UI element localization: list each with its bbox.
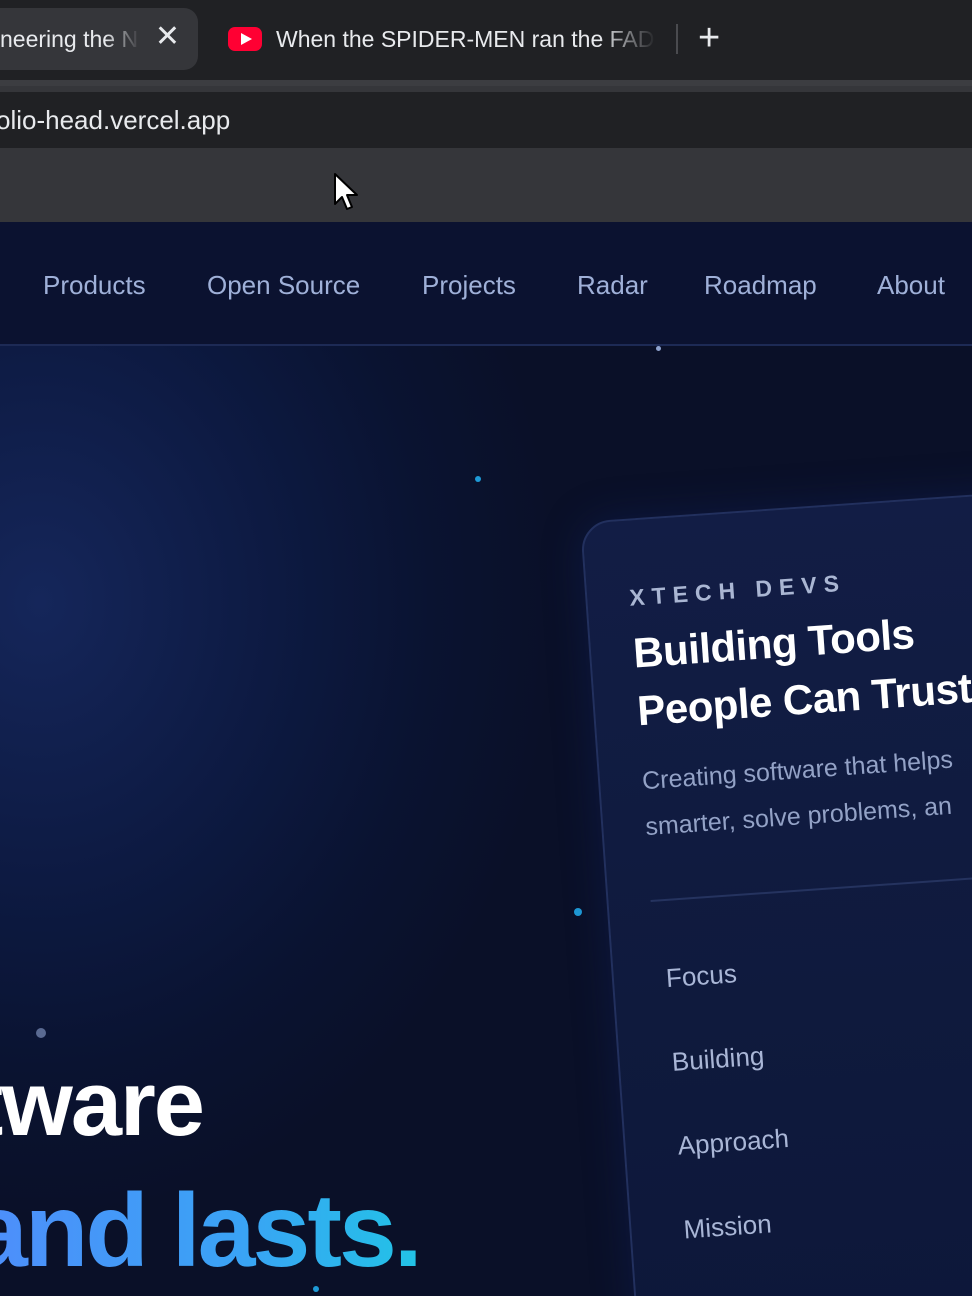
new-tab-button[interactable]: + bbox=[698, 18, 720, 58]
browser-tabstrip: neering the N ✕ When the SPIDER-MEN ran … bbox=[0, 0, 972, 80]
card-title: Building Tools People Can Trust bbox=[631, 601, 972, 740]
card-row-mission: Mission bbox=[682, 1208, 773, 1245]
tab-active[interactable]: neering the N ✕ bbox=[0, 8, 198, 70]
nav-products[interactable]: Products bbox=[43, 270, 146, 301]
nav-roadmap[interactable]: Roadmap bbox=[704, 270, 817, 301]
card-kicker: XTECH DEVS bbox=[628, 569, 847, 611]
site-navbar: Products Open Source Projects Radar Road… bbox=[0, 222, 972, 346]
card-divider bbox=[650, 872, 972, 902]
nav-radar[interactable]: Radar bbox=[577, 270, 648, 301]
info-card: XTECH DEVS Building Tools People Can Tru… bbox=[580, 489, 972, 1296]
bookmarks-bar bbox=[0, 148, 972, 222]
tab-separator bbox=[676, 24, 678, 54]
tab-youtube[interactable]: When the SPIDER-MEN ran the FADE bbox=[228, 8, 658, 70]
url-input[interactable]: olio-head.vercel.app bbox=[0, 92, 972, 148]
card-row-building: Building bbox=[670, 1040, 766, 1077]
address-bar: olio-head.vercel.app bbox=[0, 80, 972, 148]
nav-open-source[interactable]: Open Source bbox=[207, 270, 360, 301]
card-row-approach: Approach bbox=[676, 1122, 790, 1161]
nav-projects[interactable]: Projects bbox=[422, 270, 516, 301]
card-row-focus: Focus bbox=[664, 958, 738, 994]
youtube-icon bbox=[228, 27, 262, 51]
hero-headline-line1: ftware bbox=[0, 1053, 205, 1155]
tab-title: When the SPIDER-MEN ran the FADE bbox=[276, 25, 656, 52]
particle-dot bbox=[656, 346, 661, 351]
hero-headline-line2: and lasts. bbox=[0, 1172, 423, 1291]
particle-dot bbox=[36, 1028, 46, 1038]
close-icon[interactable]: ✕ bbox=[155, 22, 180, 52]
particle-dot bbox=[574, 908, 582, 916]
mouse-cursor-icon bbox=[334, 173, 358, 210]
nav-about[interactable]: About bbox=[877, 270, 945, 301]
website-viewport: Products Open Source Projects Radar Road… bbox=[0, 222, 972, 1296]
card-description: Creating software that helps smarter, so… bbox=[641, 737, 958, 850]
particle-dot bbox=[475, 476, 481, 482]
url-text: olio-head.vercel.app bbox=[0, 104, 231, 135]
tab-title: neering the N bbox=[0, 25, 139, 52]
